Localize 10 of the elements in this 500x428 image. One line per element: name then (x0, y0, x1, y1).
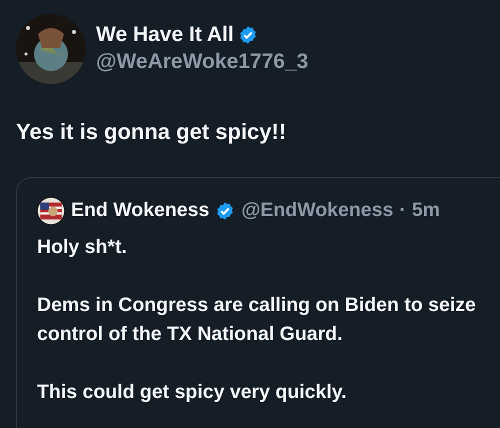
user-handle: @WeAreWoke1776_3 (96, 49, 308, 75)
display-name: We Have It All (96, 22, 234, 48)
separator-dot: · (399, 198, 406, 223)
user-handle: @EndWokeness (241, 198, 394, 223)
display-name: End Wokeness (71, 198, 210, 223)
quoted-tweet-text: Dems in Congress are calling on Biden to seize control of the TX National Guard. (37, 293, 477, 348)
quoted-tweet-text: This could get spicy very quickly. (37, 380, 348, 406)
tweet-text: Yes it is gonna get spicy!! (16, 118, 288, 146)
timestamp: 5m (412, 198, 440, 223)
quoted-tweet-text: Holy sh*t. (37, 235, 128, 260)
